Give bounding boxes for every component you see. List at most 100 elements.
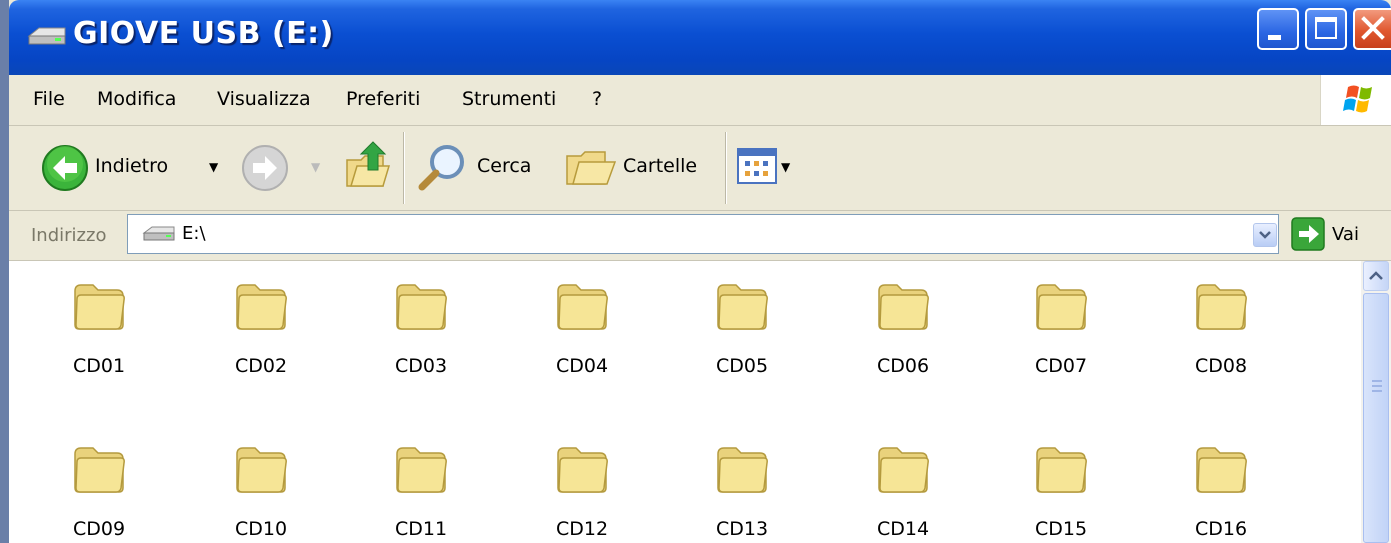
folder-label: CD10 [234, 518, 288, 540]
folders-button[interactable]: Cartelle [565, 138, 715, 198]
scroll-up-button[interactable] [1363, 261, 1389, 291]
folder-item[interactable]: CD16 [1161, 432, 1281, 543]
folder-item[interactable]: CD02 [201, 269, 321, 399]
search-button[interactable]: Cerca [417, 138, 557, 198]
menu-visualizza[interactable]: Visualizza [217, 88, 311, 110]
forward-dropdown-icon: ▼ [311, 160, 321, 174]
folder-item[interactable]: CD12 [522, 432, 642, 543]
scroll-thumb[interactable] [1363, 293, 1389, 543]
folder-label: CD06 [876, 355, 930, 377]
folder-item[interactable]: CD03 [361, 269, 481, 399]
folder-icon [717, 447, 768, 493]
folder-icon [1196, 447, 1247, 493]
views-icon [737, 148, 777, 184]
back-dropdown-icon[interactable]: ▼ [209, 160, 218, 174]
vertical-scrollbar[interactable] [1361, 261, 1391, 543]
go-arrow-icon[interactable] [1291, 217, 1325, 251]
close-icon [1361, 16, 1385, 40]
views-button[interactable]: ▼ [737, 144, 807, 192]
chevron-up-icon [1369, 271, 1383, 280]
folder-icon [396, 284, 447, 330]
folder-label: CD02 [234, 355, 288, 377]
folder-item[interactable]: CD08 [1161, 269, 1281, 399]
folder-icon [878, 447, 929, 493]
folder-item[interactable]: CD01 [39, 269, 159, 399]
folder-view[interactable]: CD01 CD02 CD03 CD04 CD05 CD06 CD07 CD08 CD09 CD10… [9, 261, 1361, 543]
search-label: Cerca [477, 155, 532, 177]
folder-label: CD01 [72, 355, 126, 377]
folder-icon [878, 284, 929, 330]
windows-logo-icon [1320, 75, 1391, 125]
folder-icon [74, 447, 125, 493]
minimize-icon [1268, 35, 1281, 40]
address-dropdown-button[interactable] [1253, 223, 1277, 247]
views-dropdown-icon: ▼ [781, 160, 791, 174]
toolbar-separator [403, 132, 405, 204]
folder-icon [396, 447, 447, 493]
folder-item[interactable]: CD07 [1001, 269, 1121, 399]
folder-item[interactable]: CD09 [39, 432, 159, 543]
toolbar: Indietro ▼ ▼ Cerca Cartelle ▼ [9, 126, 1391, 211]
scroll-grip [1372, 385, 1382, 387]
folder-icon [236, 447, 287, 493]
folder-label: CD15 [1034, 518, 1088, 540]
usb-drive-icon [27, 27, 66, 45]
folder-label: CD05 [715, 355, 769, 377]
close-button[interactable] [1353, 8, 1391, 50]
folder-label: CD03 [394, 355, 448, 377]
minimize-button[interactable] [1257, 8, 1299, 50]
drive-icon [142, 226, 175, 241]
menu-modifica[interactable]: Modifica [97, 88, 176, 110]
toolbar-separator [725, 132, 727, 204]
folder-icon [236, 284, 287, 330]
folder-item[interactable]: CD13 [682, 432, 802, 543]
explorer-window: GIOVE USB (E:) File Modifica Visualizza … [9, 0, 1391, 543]
folder-item[interactable]: CD05 [682, 269, 802, 399]
folder-item[interactable]: CD06 [843, 269, 963, 399]
folder-icon [1036, 447, 1087, 493]
address-field[interactable]: E:\ [127, 214, 1279, 254]
address-bar: Indirizzo E:\ Vai [9, 211, 1391, 261]
folders-label: Cartelle [623, 155, 698, 177]
folder-label: CD04 [555, 355, 609, 377]
folder-label: CD09 [72, 518, 126, 540]
folder-label: CD12 [555, 518, 609, 540]
search-icon [418, 145, 464, 191]
forward-arrow-icon [242, 145, 288, 191]
scroll-grip [1372, 380, 1382, 382]
folder-icon [1036, 284, 1087, 330]
folders-icon [566, 151, 617, 185]
folder-icon [557, 284, 608, 330]
folder-up-icon[interactable] [343, 140, 393, 192]
folder-label: CD14 [876, 518, 930, 540]
window-title: GIOVE USB (E:) [73, 16, 334, 51]
go-label[interactable]: Vai [1332, 224, 1359, 245]
menu-bar: File Modifica Visualizza Preferiti Strum… [9, 75, 1391, 126]
menu-help[interactable]: ? [592, 88, 602, 110]
address-label: Indirizzo [31, 225, 107, 246]
folder-item[interactable]: CD04 [522, 269, 642, 399]
folder-item[interactable]: CD10 [201, 432, 321, 543]
menu-strumenti[interactable]: Strumenti [462, 88, 556, 110]
folder-icon [717, 284, 768, 330]
back-arrow-icon [42, 145, 88, 191]
menu-file[interactable]: File [33, 88, 65, 110]
title-bar[interactable]: GIOVE USB (E:) [9, 0, 1391, 75]
forward-button[interactable]: ▼ [241, 138, 331, 198]
menu-preferiti[interactable]: Preferiti [346, 88, 420, 110]
folder-icon [1196, 284, 1247, 330]
back-button[interactable]: Indietro ▼ [37, 138, 227, 198]
folder-item[interactable]: CD15 [1001, 432, 1121, 543]
folder-label: CD07 [1034, 355, 1088, 377]
folder-label: CD13 [715, 518, 769, 540]
chevron-down-icon [1259, 231, 1271, 239]
folder-item[interactable]: CD11 [361, 432, 481, 543]
scroll-grip [1372, 390, 1382, 392]
folder-icon [557, 447, 608, 493]
maximize-button[interactable] [1305, 8, 1347, 50]
folder-item[interactable]: CD14 [843, 432, 963, 543]
back-label: Indietro [95, 155, 169, 177]
folder-label: CD16 [1194, 518, 1248, 540]
folder-label: CD08 [1194, 355, 1248, 377]
maximize-icon [1315, 17, 1337, 39]
